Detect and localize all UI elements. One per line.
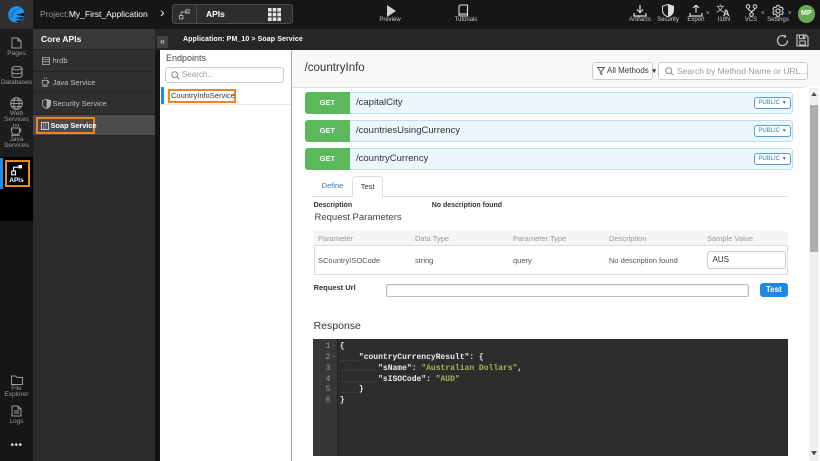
svg-text:A: A xyxy=(723,8,730,17)
